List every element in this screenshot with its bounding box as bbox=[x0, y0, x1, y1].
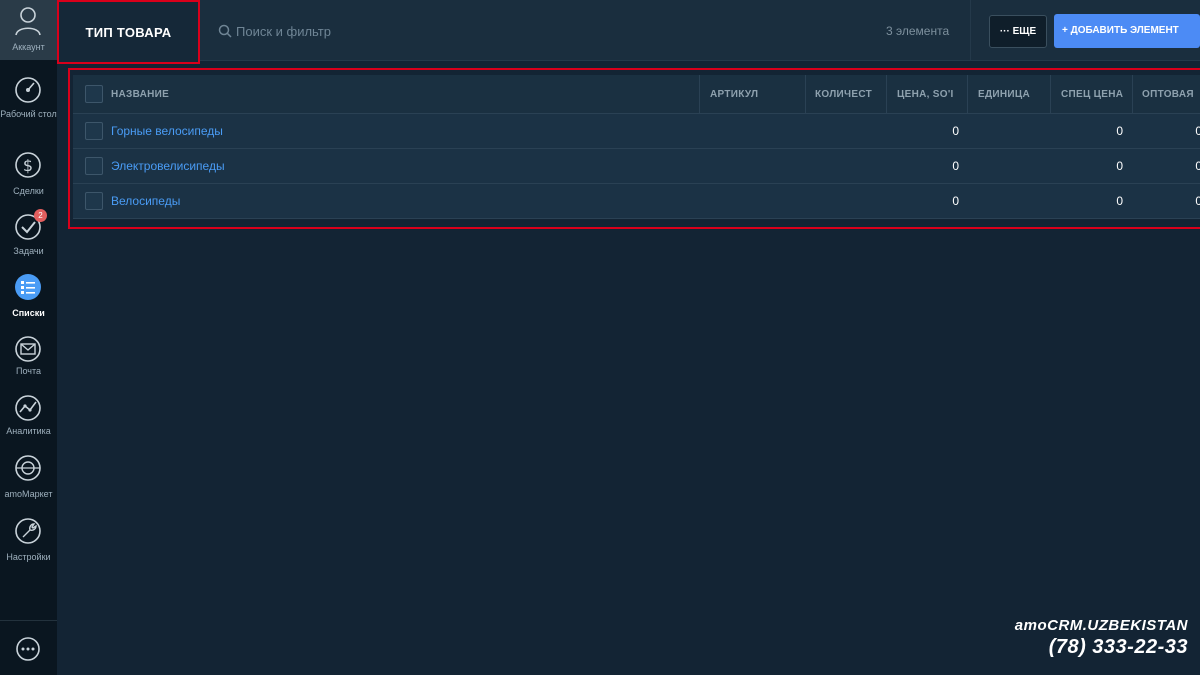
sidebar-item-label: Рабочий стол bbox=[0, 109, 57, 119]
table-header-row: НАЗВАНИЕ АРТИКУЛ КОЛИЧЕСТ ЦЕНА, SO'I ЕДИ… bbox=[73, 75, 1200, 114]
row-name-link[interactable]: Велосипеды bbox=[111, 194, 180, 208]
row-name-link[interactable]: Электровелисипеды bbox=[111, 159, 225, 173]
sidebar-item-label: Задачи bbox=[13, 246, 44, 256]
brand-watermark: amoCRM.UZBEKISTAN (78) 333-22-33 bbox=[1015, 617, 1188, 659]
row-checkbox[interactable] bbox=[85, 192, 103, 210]
sidebar-item-label: Настройки bbox=[6, 552, 51, 562]
watermark-brand: amoCRM.UZBEKISTAN bbox=[1014, 617, 1188, 634]
wholesale-cell: 0 bbox=[1133, 149, 1200, 183]
sidebar: Аккаунт Рабочий стол $ Сделки 2 Задачи С… bbox=[0, 0, 57, 675]
table-row[interactable]: Электровелисипеды 0 0 0 bbox=[73, 149, 1200, 184]
column-header-unit[interactable]: ЕДИНИЦА bbox=[968, 75, 1051, 113]
more-button[interactable]: ··· ЕЩЕ bbox=[989, 15, 1047, 48]
add-element-button[interactable]: + ДОБАВИТЬ ЭЛЕМЕНТ bbox=[1054, 14, 1200, 48]
column-header-price[interactable]: ЦЕНА, SO'I bbox=[887, 75, 968, 113]
header-divider bbox=[970, 0, 971, 61]
sidebar-item-label: Почта bbox=[16, 366, 41, 376]
search-bar[interactable] bbox=[218, 22, 518, 40]
column-header-quantity[interactable]: КОЛИЧЕСТ bbox=[806, 75, 887, 113]
list-icon bbox=[15, 274, 41, 300]
element-count: 3 элемента bbox=[886, 24, 950, 38]
wholesale-cell: 0 bbox=[1133, 114, 1200, 148]
dashboard-icon bbox=[15, 77, 41, 103]
row-name-link[interactable]: Горные велосипеды bbox=[111, 124, 223, 138]
special-price-cell: 0 bbox=[1116, 124, 1123, 138]
sidebar-item-label: Сделки bbox=[13, 186, 44, 196]
dollar-icon: $ bbox=[15, 152, 41, 178]
column-header-special-price[interactable]: СПЕЦ ЦЕНА bbox=[1051, 75, 1133, 113]
page-title: ТИП ТОВАРА bbox=[85, 25, 172, 40]
price-cell: 0 bbox=[952, 159, 959, 173]
sidebar-divider bbox=[0, 620, 57, 621]
special-price-cell: 0 bbox=[1116, 194, 1123, 208]
column-header-wholesale[interactable]: ОПТОВАЯ bbox=[1133, 75, 1200, 113]
watermark-phone: (78) 333-22-33 bbox=[1048, 636, 1188, 658]
column-header-sku[interactable]: АРТИКУЛ bbox=[700, 75, 806, 113]
sidebar-item-label: Списки bbox=[12, 308, 45, 318]
items-table: НАЗВАНИЕ АРТИКУЛ КОЛИЧЕСТ ЦЕНА, SO'I ЕДИ… bbox=[73, 75, 1200, 219]
account-label: Аккаунт bbox=[12, 42, 45, 52]
sidebar-item-label: Аналитика bbox=[6, 426, 51, 436]
chat-icon bbox=[16, 637, 40, 661]
row-checkbox[interactable] bbox=[85, 122, 103, 140]
search-input[interactable] bbox=[236, 22, 516, 40]
table-row[interactable]: Горные велосипеды 0 0 0 bbox=[73, 114, 1200, 149]
column-header-name[interactable]: НАЗВАНИЕ bbox=[111, 75, 700, 113]
row-checkbox[interactable] bbox=[85, 157, 103, 175]
price-cell: 0 bbox=[952, 194, 959, 208]
page-title-box: ТИП ТОВАРА bbox=[57, 0, 200, 64]
price-cell: 0 bbox=[952, 124, 959, 138]
svg-text:$: $ bbox=[23, 156, 33, 175]
sidebar-item-label: amoМаркет bbox=[4, 489, 53, 499]
table-row[interactable]: Велосипеды 0 0 0 bbox=[73, 184, 1200, 219]
account-button[interactable]: Аккаунт bbox=[0, 0, 57, 60]
analytics-icon bbox=[15, 395, 41, 421]
special-price-cell: 0 bbox=[1116, 159, 1123, 173]
market-icon bbox=[15, 455, 41, 481]
select-all-checkbox[interactable] bbox=[85, 85, 103, 103]
user-avatar-icon bbox=[15, 7, 41, 36]
mail-icon bbox=[15, 336, 41, 362]
page-header: ТИП ТОВАРА 3 элемента ··· ЕЩЕ + ДОБАВИТЬ… bbox=[57, 0, 1200, 64]
search-icon bbox=[218, 24, 232, 38]
wrench-icon bbox=[15, 518, 41, 544]
table-highlight: НАЗВАНИЕ АРТИКУЛ КОЛИЧЕСТ ЦЕНА, SO'I ЕДИ… bbox=[68, 68, 1200, 229]
wholesale-cell: 0 bbox=[1133, 184, 1200, 218]
tasks-badge: 2 bbox=[34, 209, 47, 222]
